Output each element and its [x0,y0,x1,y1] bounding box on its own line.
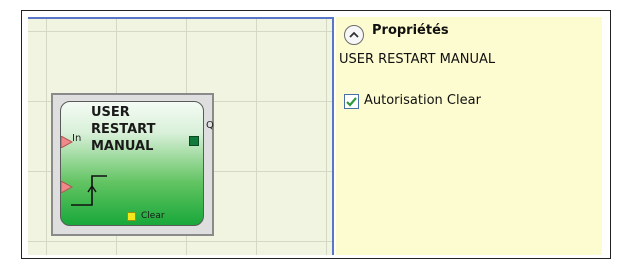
properties-title: Propriétés [372,23,449,38]
block-title-line-1: USER [91,105,130,120]
autorisation-clear-checkbox[interactable] [344,94,359,109]
chevron-up-icon [349,31,359,38]
rising-edge-icon [71,175,107,206]
input-label: In [72,133,82,144]
block-title: USER RESTART MANUAL [91,104,191,155]
clear-label: Clear [141,211,165,221]
output-label: Q [206,120,214,131]
block-title-line-2: RESTART [91,122,156,137]
block-title-line-3: MANUAL [91,139,154,154]
properties-subtitle: USER RESTART MANUAL [339,52,496,67]
autorisation-clear-label[interactable]: Autorisation Clear [364,93,481,108]
check-icon [346,97,357,107]
output-port-icon[interactable] [189,136,199,146]
clear-port-icon[interactable] [127,212,136,221]
collapse-button[interactable] [344,25,364,45]
